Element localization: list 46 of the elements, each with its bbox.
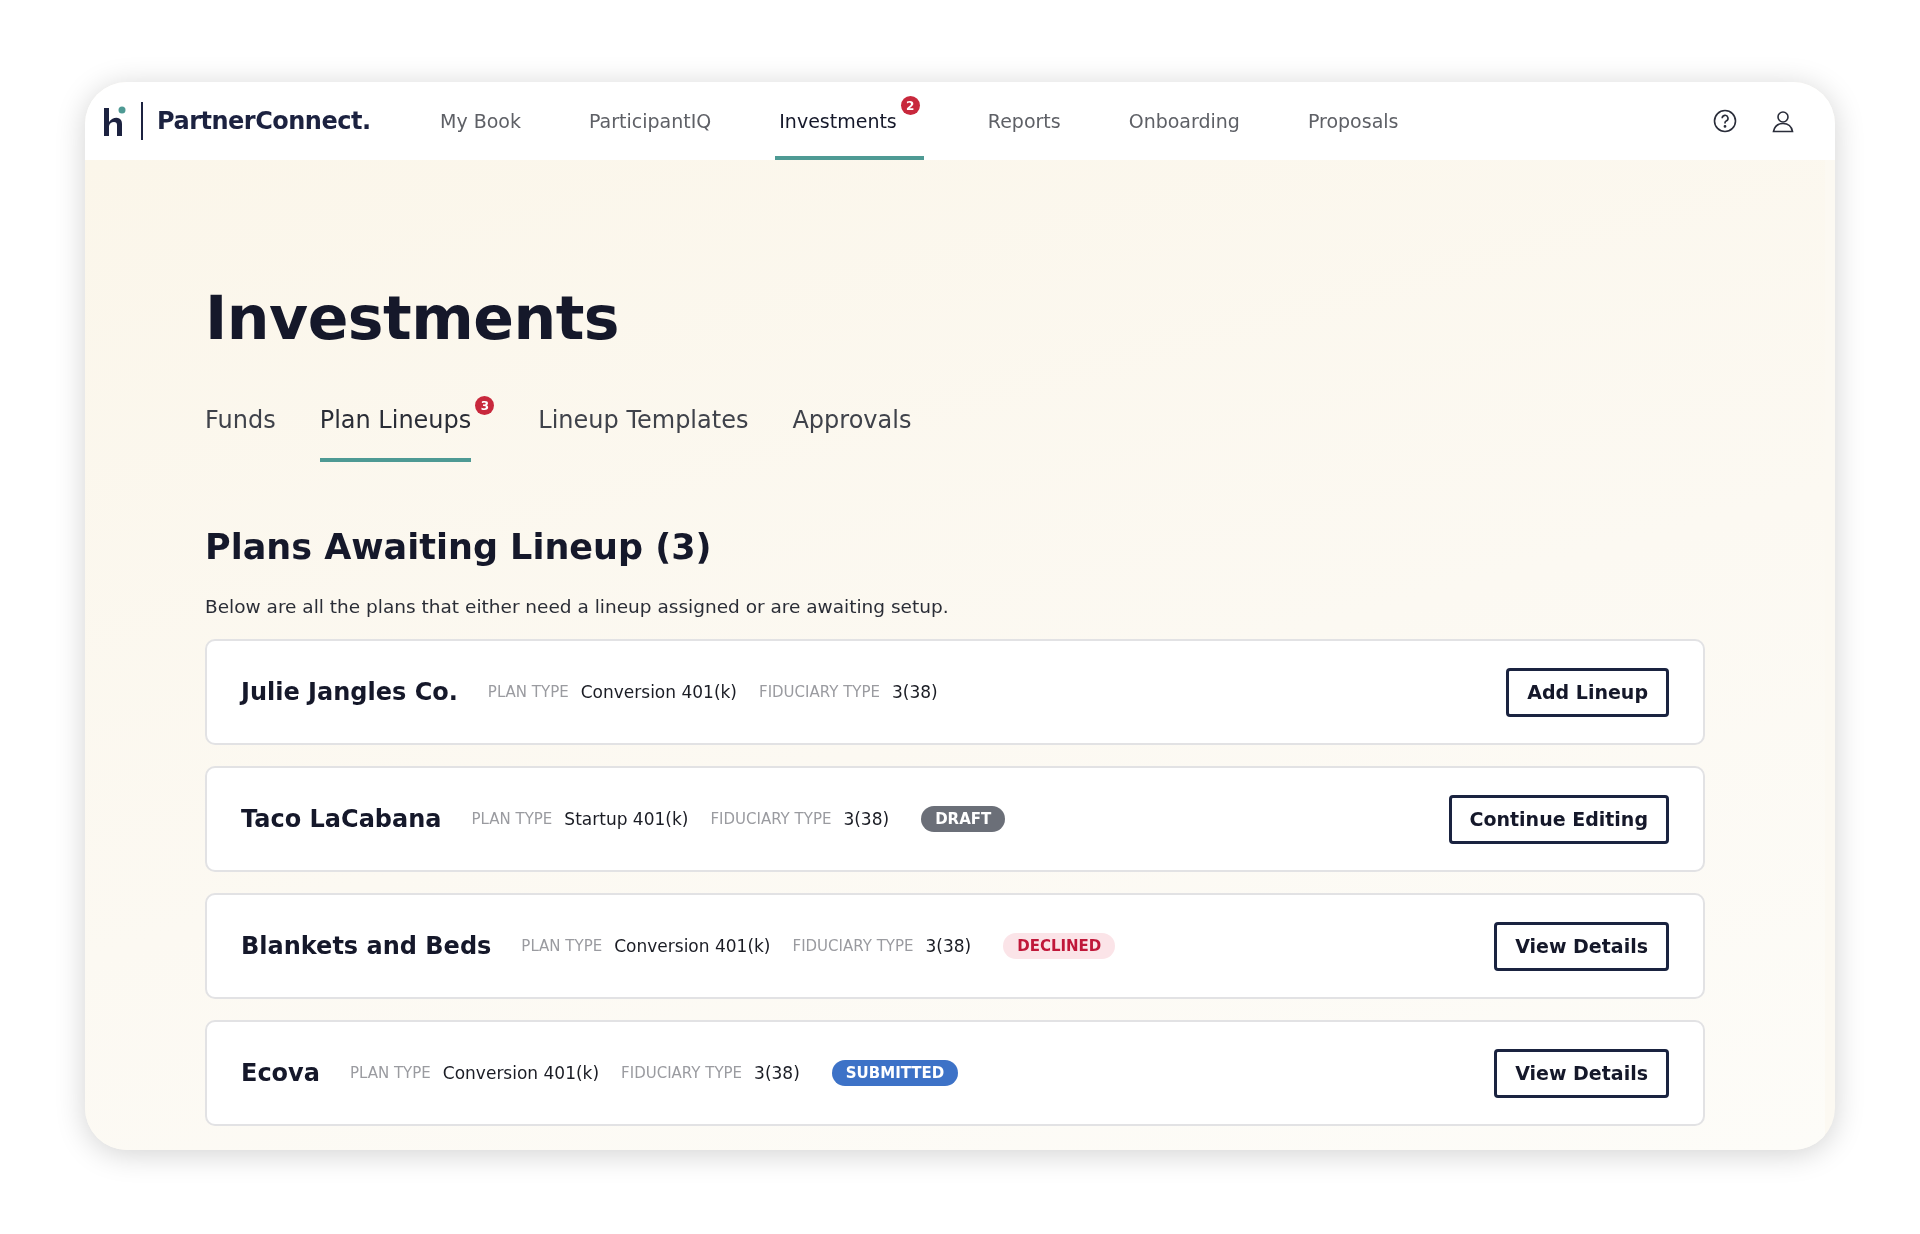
plan-name: Ecova — [241, 1059, 320, 1087]
logo-icon — [103, 105, 127, 137]
count-badge: 3 — [475, 396, 495, 415]
count-badge: 2 — [900, 96, 920, 115]
section-description: Below are all the plans that either need a lineup assigned or are awaiting setup. — [205, 596, 950, 617]
fiduciary-type: 3(38) — [925, 936, 972, 956]
field-label: FIDUCIARY TYPE — [621, 1064, 743, 1082]
nav-tab[interactable]: Onboarding — [1124, 82, 1244, 160]
nav-tab[interactable]: ParticipantIQ — [584, 82, 716, 160]
action-button[interactable]: Add Lineup — [1506, 667, 1669, 717]
help-icon[interactable] — [1713, 109, 1737, 133]
action-button[interactable]: View Details — [1494, 1048, 1669, 1098]
nav-tab[interactable]: Investments 2 — [775, 82, 924, 160]
fiduciary-type: 3(38) — [754, 1063, 800, 1083]
tab[interactable]: Plan Lineups 3 — [319, 396, 495, 462]
fiduciary-type: 3(38) — [892, 682, 938, 702]
tab[interactable]: Approvals — [792, 396, 912, 462]
action-button[interactable]: Continue Editing — [1448, 794, 1669, 844]
nav-tab[interactable]: Proposals — [1303, 82, 1403, 160]
field-label: PLAN TYPE — [521, 937, 603, 955]
tab[interactable]: Funds — [205, 396, 276, 462]
status-badge: DRAFT — [921, 806, 1006, 832]
field-label: PLAN TYPE — [471, 810, 553, 828]
plan-type: Startup 401(k) — [564, 809, 689, 829]
plan-name: Blankets and Beds — [241, 932, 492, 960]
plan-type: Conversion 401(k) — [442, 1063, 600, 1083]
nav-tab[interactable]: Reports — [983, 82, 1065, 160]
fiduciary-type: 3(38) — [843, 809, 890, 829]
plan-type: Conversion 401(k) — [580, 682, 737, 702]
nav-tab[interactable]: My Book — [436, 82, 525, 160]
tab[interactable]: Lineup Templates — [538, 396, 749, 462]
plan-type: Conversion 401(k) — [614, 936, 771, 956]
field-label: PLAN TYPE — [349, 1064, 431, 1082]
user-icon[interactable] — [1771, 109, 1795, 133]
section-title: Plans Awaiting Lineup (3) — [205, 526, 713, 569]
field-label: FIDUCIARY TYPE — [792, 937, 914, 955]
field-label: PLAN TYPE — [487, 683, 569, 701]
action-button[interactable]: View Details — [1494, 921, 1669, 971]
plan-name: Taco LaCabana — [241, 805, 442, 833]
field-label: FIDUCIARY TYPE — [759, 683, 880, 701]
brand-name: PartnerConnect. — [157, 107, 371, 135]
status-badge: DECLINED — [1003, 933, 1116, 959]
page-title: Investments — [205, 282, 621, 355]
field-label: FIDUCIARY TYPE — [710, 810, 832, 828]
plan-name: Julie Jangles Co. — [241, 678, 458, 706]
status-badge: SUBMITTED — [831, 1060, 959, 1086]
